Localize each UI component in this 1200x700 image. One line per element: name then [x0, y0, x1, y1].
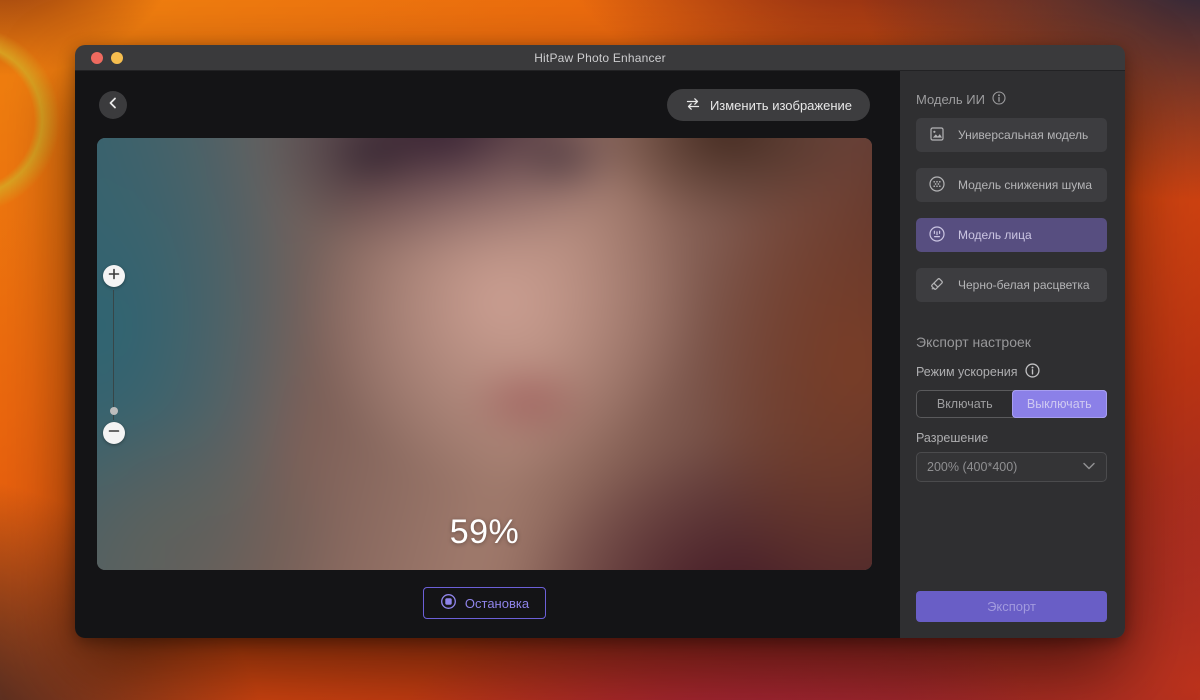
- settings-sidebar: Модель ИИ Универсальная модель Модель: [900, 71, 1125, 638]
- zoom-in-button[interactable]: [103, 265, 125, 287]
- model-label: Модель снижения шума: [958, 178, 1092, 192]
- minus-icon: [108, 424, 120, 442]
- close-button[interactable]: [91, 52, 103, 64]
- zoom-slider-track[interactable]: [113, 290, 114, 420]
- resolution-dropdown[interactable]: 200% (400*400): [916, 452, 1107, 482]
- resolution-value: 200% (400*400): [927, 460, 1017, 474]
- info-icon[interactable]: [1025, 363, 1040, 381]
- swap-arrows-icon: [685, 97, 701, 114]
- zoom-slider-handle[interactable]: [110, 407, 118, 415]
- acceleration-mode-label-row: Режим ускорения: [916, 363, 1107, 381]
- zoom-out-button[interactable]: [103, 422, 125, 444]
- acceleration-toggle: Включать Выключать: [916, 390, 1107, 418]
- traffic-lights: [91, 52, 123, 64]
- info-icon[interactable]: [992, 91, 1006, 108]
- preview-area: Изменить изображение: [75, 71, 900, 638]
- minimize-button[interactable]: [111, 52, 123, 64]
- model-button-universal[interactable]: Универсальная модель: [916, 118, 1107, 152]
- resolution-label: Разрешение: [916, 431, 1107, 445]
- noise-dots-icon: [928, 175, 946, 196]
- model-button-face[interactable]: Модель лица: [916, 218, 1107, 252]
- stop-button[interactable]: Остановка: [423, 587, 546, 619]
- model-button-denoise[interactable]: Модель снижения шума: [916, 168, 1107, 202]
- back-button[interactable]: [99, 91, 127, 119]
- export-settings-title: Экспорт настроек: [916, 334, 1107, 350]
- model-label: Черно-белая расцветка: [958, 278, 1090, 292]
- colorize-icon: [928, 275, 946, 296]
- photo-preview: 59%: [97, 138, 872, 570]
- app-window: HitPaw Photo Enhancer Изменить изображен…: [75, 45, 1125, 638]
- progress-percentage: 59%: [97, 513, 872, 552]
- titlebar[interactable]: HitPaw Photo Enhancer: [75, 45, 1125, 71]
- toggle-off-option[interactable]: Выключать: [1012, 390, 1108, 418]
- stop-row: Остановка: [97, 587, 872, 619]
- ai-model-title: Модель ИИ: [916, 92, 985, 107]
- stop-label: Остановка: [465, 596, 529, 611]
- export-button[interactable]: Экспорт: [916, 591, 1107, 622]
- image-icon: [928, 125, 946, 146]
- stop-icon: [440, 593, 457, 613]
- change-image-button[interactable]: Изменить изображение: [667, 89, 870, 121]
- model-label: Модель лица: [958, 228, 1032, 242]
- model-list: Универсальная модель Модель снижения шум…: [916, 118, 1107, 302]
- zoom-control: [97, 138, 131, 570]
- acceleration-label: Режим ускорения: [916, 365, 1018, 379]
- model-button-bw-colorize[interactable]: Черно-белая расцветка: [916, 268, 1107, 302]
- toggle-on-option[interactable]: Включать: [917, 391, 1013, 417]
- change-image-label: Изменить изображение: [710, 98, 852, 113]
- plus-icon: [108, 267, 120, 285]
- ai-model-section-header: Модель ИИ: [916, 91, 1107, 108]
- chevron-left-icon: [106, 96, 120, 115]
- blurred-portrait-image: [97, 138, 872, 570]
- window-content: Изменить изображение: [75, 71, 1125, 638]
- model-label: Универсальная модель: [958, 128, 1088, 142]
- window-title: HitPaw Photo Enhancer: [75, 51, 1125, 65]
- chevron-down-icon: [1082, 460, 1096, 474]
- face-icon: [928, 225, 946, 246]
